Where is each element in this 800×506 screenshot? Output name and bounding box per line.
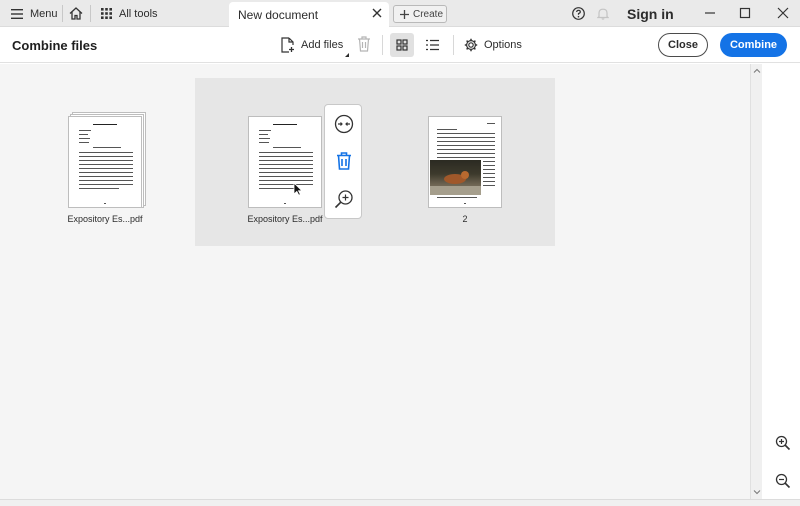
- create-button[interactable]: Create: [393, 5, 447, 23]
- list-view-icon: [425, 39, 439, 51]
- file-label: 2: [462, 214, 468, 224]
- page-thumbnail: [68, 116, 142, 208]
- file-label: Expository Es...pdf: [67, 214, 143, 224]
- list-view-button[interactable]: [420, 33, 444, 57]
- vertical-scrollbar[interactable]: [750, 64, 762, 499]
- divider: [453, 35, 454, 55]
- menu-icon: [11, 8, 23, 19]
- divider: [62, 5, 63, 22]
- options-button[interactable]: Options: [464, 35, 522, 55]
- add-file-icon: [280, 37, 295, 53]
- trash-icon[interactable]: [357, 36, 371, 52]
- status-bar: [0, 499, 800, 506]
- combine-button[interactable]: Combine: [720, 33, 787, 57]
- mouse-cursor-icon: [293, 182, 303, 196]
- plus-icon: [400, 9, 409, 19]
- zoom-out-icon[interactable]: [775, 473, 791, 489]
- help-icon[interactable]: [572, 0, 585, 27]
- file-workspace: Expository Es...pdf Expository Es...pdf: [0, 64, 750, 499]
- scroll-down-icon[interactable]: [753, 488, 761, 496]
- dropdown-indicator: [345, 53, 350, 57]
- grid-view-button[interactable]: [390, 33, 414, 57]
- right-panel: [763, 64, 800, 499]
- zoom-in-icon[interactable]: [775, 435, 791, 451]
- create-label: Create: [413, 8, 444, 20]
- page-thumbnail: [428, 116, 502, 208]
- grid-icon: [101, 8, 112, 19]
- toolbar: Combine files Add files Options Close Co…: [0, 27, 800, 63]
- divider: [382, 35, 383, 55]
- add-files-label: Add files: [301, 39, 344, 51]
- gear-icon: [464, 38, 478, 52]
- tab-title: New document: [238, 7, 319, 22]
- maximize-icon[interactable]: [738, 6, 752, 20]
- scroll-up-icon[interactable]: [753, 67, 761, 75]
- home-icon: [69, 7, 83, 20]
- menu-button[interactable]: Menu: [11, 0, 58, 27]
- tab-new-document[interactable]: New document: [229, 2, 389, 27]
- zoom-in-icon[interactable]: [334, 189, 354, 209]
- close-window-icon[interactable]: [776, 6, 790, 20]
- file-actions-menu: [324, 104, 362, 219]
- grid-view-icon: [396, 39, 408, 51]
- minimize-icon[interactable]: [703, 6, 717, 20]
- sign-in-button[interactable]: Sign in: [627, 0, 674, 27]
- close-button[interactable]: Close: [658, 33, 708, 57]
- all-tools-button[interactable]: All tools: [101, 0, 158, 27]
- menu-label: Menu: [30, 7, 58, 20]
- page-title: Combine files: [12, 37, 98, 53]
- page-thumbnail: [248, 116, 322, 208]
- home-button[interactable]: [69, 0, 83, 27]
- file-label: Expository Es...pdf: [247, 214, 323, 224]
- all-tools-label: All tools: [119, 7, 158, 20]
- close-icon[interactable]: [372, 8, 382, 18]
- thumbnail-photo: [430, 160, 481, 195]
- options-label: Options: [484, 39, 522, 51]
- add-files-button[interactable]: Add files: [280, 35, 350, 57]
- divider: [90, 5, 91, 22]
- expand-icon[interactable]: [334, 114, 354, 134]
- title-bar: Menu All tools New document Create Sign …: [0, 0, 800, 27]
- bell-icon[interactable]: [597, 0, 609, 27]
- delete-icon[interactable]: [334, 151, 354, 171]
